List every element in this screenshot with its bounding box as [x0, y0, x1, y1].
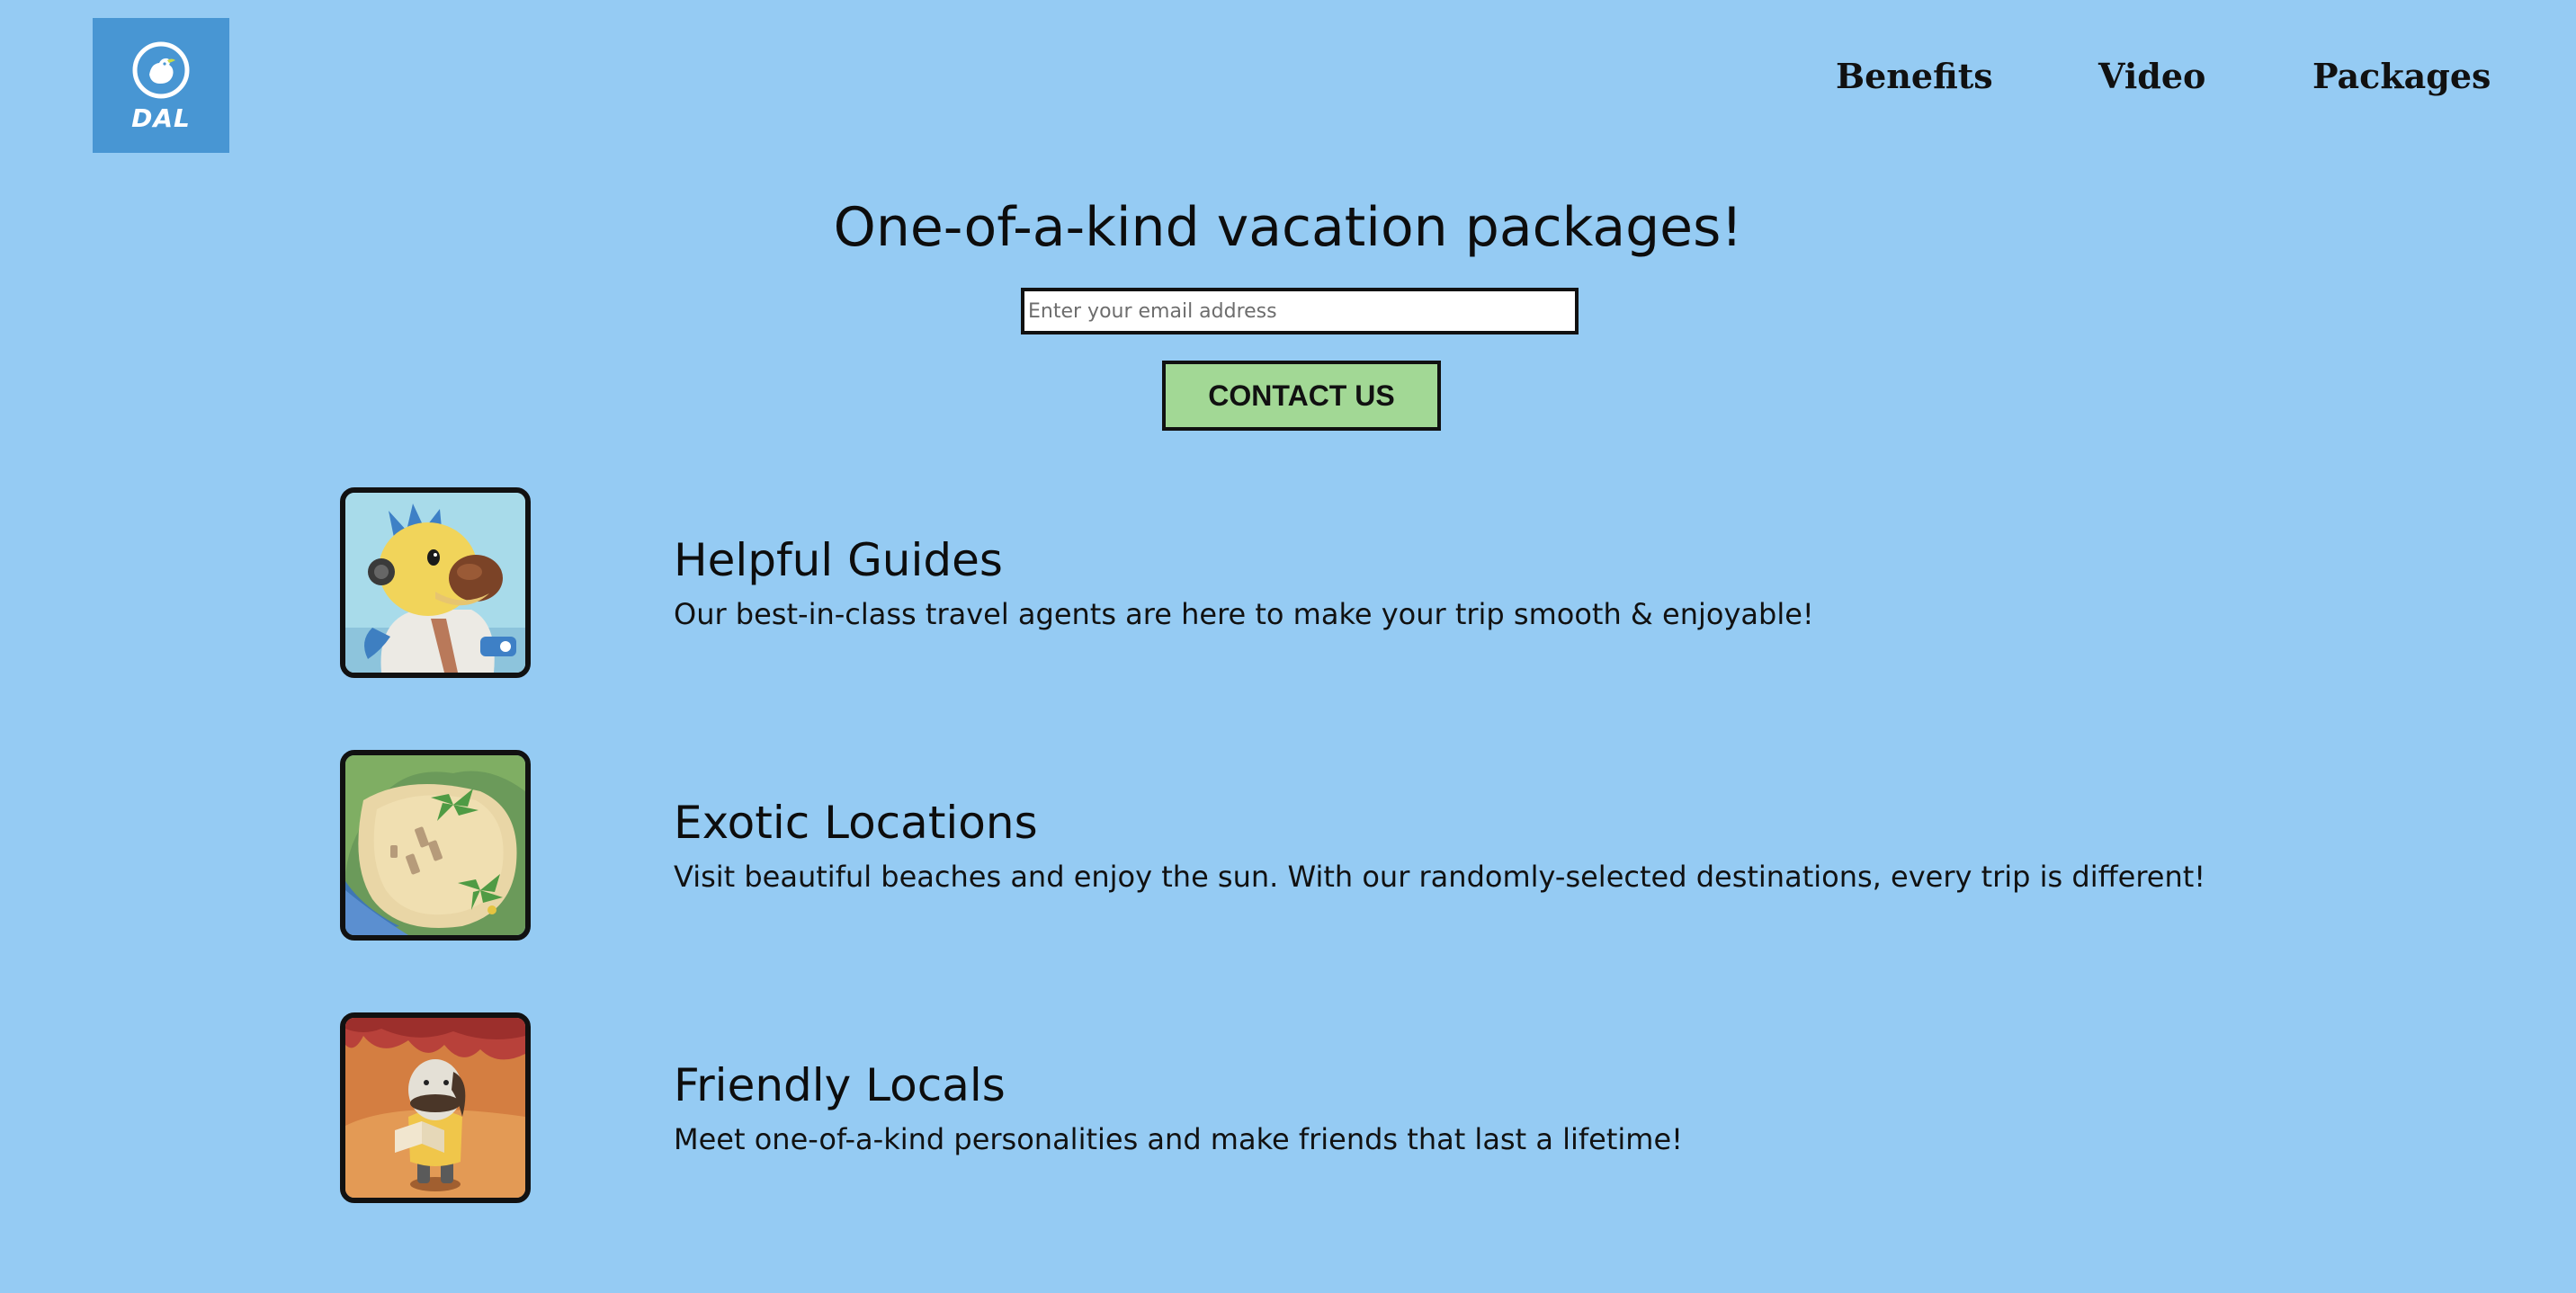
contact-us-button[interactable]: CONTACT US: [1162, 361, 1441, 431]
nav-link-packages[interactable]: Packages: [2312, 56, 2491, 96]
feature-title: Exotic Locations: [674, 797, 1038, 849]
dodo-pilot-image: [340, 487, 531, 678]
feature-helpful-guides: Helpful Guides Our best-in-class travel …: [340, 487, 2319, 678]
email-input[interactable]: [1021, 288, 1579, 334]
island-beach-image: [340, 750, 531, 941]
feature-title: Helpful Guides: [674, 534, 1003, 586]
feature-description: Meet one-of-a-kind personalities and mak…: [674, 1122, 1683, 1156]
nav-link-benefits[interactable]: Benefits: [1836, 56, 1993, 96]
feature-title: Friendly Locals: [674, 1059, 1006, 1111]
main-nav: Benefits Video Packages: [0, 56, 2576, 110]
page-title: One-of-a-kind vacation packages!: [833, 196, 1743, 259]
feature-friendly-locals: Friendly Locals Meet one-of-a-kind perso…: [340, 1012, 2319, 1203]
villager-character-image: [340, 1012, 531, 1203]
feature-description: Visit beautiful beaches and enjoy the su…: [674, 860, 2206, 894]
feature-exotic-locations: Exotic Locations Visit beautiful beaches…: [340, 750, 2319, 941]
nav-link-video[interactable]: Video: [2098, 56, 2205, 96]
feature-description: Our best-in-class travel agents are here…: [674, 597, 1814, 631]
